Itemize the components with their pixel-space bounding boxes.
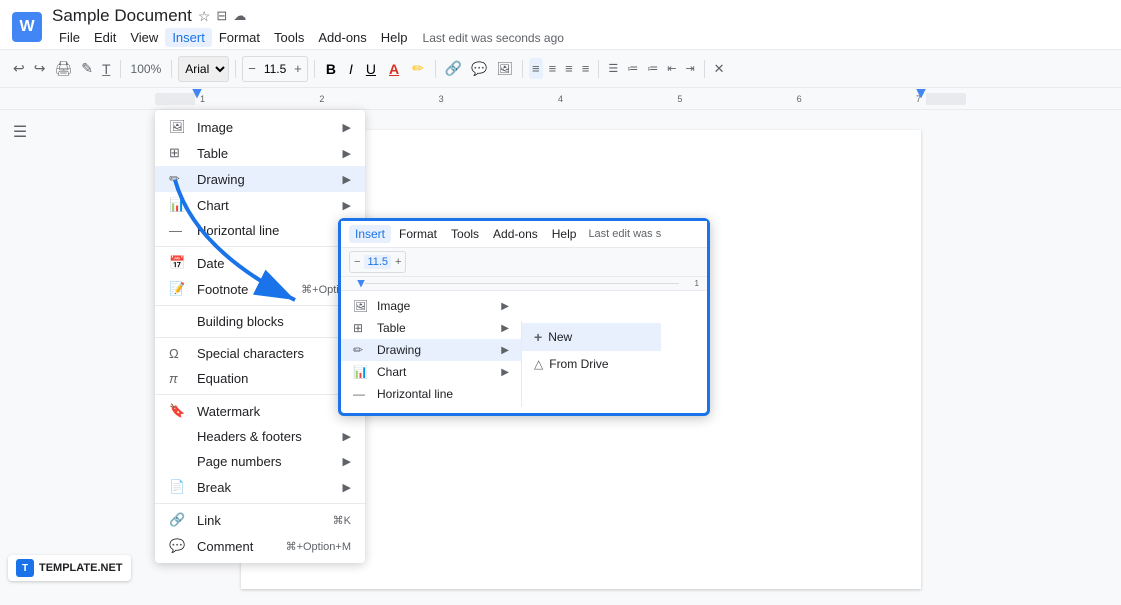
align-justify-btn[interactable]: ≡ (579, 58, 593, 79)
template-badge: T TEMPLATE.NET (8, 555, 131, 581)
menu-format[interactable]: Format (212, 28, 267, 47)
font-size-increase[interactable]: + (289, 59, 307, 78)
menu-file[interactable]: File (52, 28, 87, 47)
second-insert-image[interactable]: 🖼 Image ▶ (341, 295, 521, 317)
line-spacing-btn[interactable]: ☰ (605, 59, 621, 78)
second-menu-format[interactable]: Format (393, 225, 443, 243)
spell-btn[interactable]: T̲ (99, 58, 114, 80)
list-btn[interactable]: ≔ (624, 59, 641, 78)
second-font-size: 11.5 (364, 255, 391, 269)
last-edit-text: Last edit was seconds ago (423, 31, 564, 45)
insert-link-item[interactable]: 🔗 Link ⌘K (155, 507, 365, 533)
insert-image-item[interactable]: 🖼 Image ▶ (155, 114, 365, 140)
doc-icon: W (12, 12, 42, 42)
undo-btn[interactable]: ↩ (10, 57, 28, 80)
menu-edit[interactable]: Edit (87, 28, 123, 47)
highlight-btn[interactable]: ✏ (407, 57, 429, 80)
menu-view[interactable]: View (123, 28, 165, 47)
doc-title: Sample Document (52, 6, 192, 26)
menu-bar: File Edit View Insert Format Tools Add-o… (52, 28, 564, 47)
menu-tools[interactable]: Tools (267, 28, 311, 47)
star-icon[interactable]: ☆ (198, 8, 211, 25)
font-size-decrease[interactable]: − (243, 59, 261, 78)
second-menu-tools[interactable]: Tools (445, 225, 485, 243)
toolbar: ↩ ↪ 🖨 ✎ T̲ 100% Arial − 11.5 + B I U A ✏… (0, 50, 1121, 88)
second-menu-bar: Insert Format Tools Add-ons Help Last ed… (341, 221, 707, 248)
second-insert-drawing[interactable]: ✏ Drawing ▶ (341, 339, 521, 361)
link-btn[interactable]: 🔗 (442, 57, 465, 80)
second-last-edit: Last edit was s (588, 228, 661, 240)
insert-table-item[interactable]: ⊞ Table ▶ (155, 140, 365, 166)
drawing-new-btn[interactable]: + New (522, 323, 661, 351)
insert-page-numbers-item[interactable]: Page numbers ▶ (155, 449, 365, 474)
zoom-level: 100% (127, 60, 166, 78)
second-menu-highlight-box: Insert Format Tools Add-ons Help Last ed… (338, 218, 710, 416)
sidebar-nav-btn[interactable]: ☰ (13, 122, 27, 142)
align-right-btn[interactable]: ≡ (562, 58, 576, 79)
left-sidebar: ☰ (0, 110, 40, 589)
menu-insert[interactable]: Insert (165, 28, 212, 47)
drawing-submenu: + New △ From Drive (521, 321, 661, 407)
italic-btn[interactable]: I (344, 58, 358, 80)
insert-chart-item[interactable]: 📊 Chart ▶ (155, 192, 365, 218)
second-insert-chart[interactable]: 📊 Chart ▶ (341, 361, 521, 383)
redo-btn[interactable]: ↪ (31, 57, 49, 80)
indent-decrease-btn[interactable]: ⇤ (664, 59, 679, 78)
image-insert-btn[interactable]: 🖼 (493, 58, 516, 80)
insert-watermark-item[interactable]: 🔖 Watermark (155, 398, 365, 424)
cloud-icon[interactable]: ☁ (233, 8, 246, 24)
insert-equation-item[interactable]: π Equation (155, 366, 365, 391)
insert-date-item[interactable]: 📅 Date (155, 250, 365, 276)
second-insert-hline[interactable]: — Horizontal line (341, 383, 521, 405)
template-text: TEMPLATE.NET (39, 562, 123, 574)
insert-dropdown-menu: 🖼 Image ▶ ⊞ Table ▶ ✏ Drawing ▶ 📊 Chart … (155, 110, 365, 563)
bold-btn[interactable]: B (321, 58, 341, 80)
numbered-list-btn[interactable]: ≔ (644, 59, 661, 78)
font-family-select[interactable]: Arial (178, 56, 229, 82)
font-size-value: 11.5 (261, 62, 289, 76)
menu-addons[interactable]: Add-ons (311, 28, 373, 47)
insert-break-item[interactable]: 📄 Break ▶ (155, 474, 365, 500)
insert-footnote-item[interactable]: 📝 Footnote ⌘+Option (155, 276, 365, 302)
template-icon: T (16, 559, 34, 577)
color-btn[interactable]: A (384, 58, 404, 80)
insert-headers-item[interactable]: Headers & footers ▶ (155, 424, 365, 449)
insert-building-blocks-item[interactable]: Building blocks (155, 309, 365, 334)
indent-increase-btn[interactable]: ⇥ (682, 59, 697, 78)
drawing-from-drive-btn[interactable]: △ From Drive (522, 351, 661, 377)
align-center-btn[interactable]: ≡ (546, 58, 560, 79)
second-menu-addons[interactable]: Add-ons (487, 225, 544, 243)
ruler: 1234567 (0, 88, 1121, 110)
second-insert-table[interactable]: ⊞ Table ▶ (341, 317, 521, 339)
paint-btn[interactable]: ✎ (78, 57, 96, 80)
insert-drawing-item[interactable]: ✏ Drawing ▶ (155, 166, 365, 192)
clear-format-btn[interactable]: ✕ (711, 58, 728, 80)
comment-btn[interactable]: 💬 (468, 58, 490, 80)
insert-special-chars-item[interactable]: Ω Special characters (155, 341, 365, 366)
menu-help[interactable]: Help (374, 28, 415, 47)
underline-btn[interactable]: U (361, 58, 381, 80)
align-left-btn[interactable]: ≡ (529, 58, 543, 79)
print-btn[interactable]: 🖨 (51, 57, 75, 80)
folder-icon[interactable]: ⊟ (216, 8, 227, 24)
font-size-control: − 11.5 + (242, 56, 308, 82)
second-menu-insert[interactable]: Insert (349, 225, 391, 243)
insert-comment-item[interactable]: 💬 Comment ⌘+Option+M (155, 533, 365, 559)
insert-hline-item[interactable]: — Horizontal line (155, 218, 365, 243)
second-menu-help[interactable]: Help (546, 225, 583, 243)
